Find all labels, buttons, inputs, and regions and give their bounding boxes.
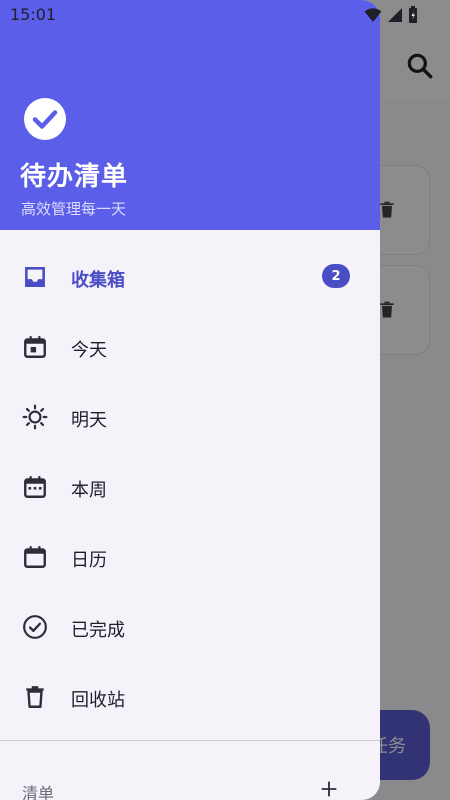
trash-icon [22, 684, 48, 710]
nav-item-inbox[interactable]: 收集箱 2 [0, 242, 380, 312]
nav-item-label: 本周 [71, 480, 107, 501]
check-circle-outline-icon [22, 614, 48, 640]
nav-item-today[interactable]: 今天 [0, 312, 380, 382]
nav-item-label: 收集箱 [71, 270, 125, 291]
inbox-count-badge: 2 [322, 264, 350, 288]
check-circle-icon [22, 96, 68, 142]
nav-item-label: 今天 [71, 340, 107, 361]
lists-section-header: 清单 [22, 784, 55, 800]
drawer-nav-list: 收集箱 2 今天 明天 本周 日历 已完成 回收站 [0, 242, 380, 732]
nav-item-calendar[interactable]: 日历 [0, 522, 380, 592]
nav-item-tomorrow[interactable]: 明天 [0, 382, 380, 452]
status-time: 15:01 [10, 5, 57, 24]
nav-item-this-week[interactable]: 本周 [0, 452, 380, 522]
nav-item-label: 明天 [71, 410, 107, 431]
drawer-header: 待办清单 高效管理每一天 [0, 0, 380, 230]
nav-item-completed[interactable]: 已完成 [0, 592, 380, 662]
sun-icon [22, 404, 48, 430]
plus-icon[interactable] [318, 778, 340, 800]
calendar-week-icon [22, 474, 48, 500]
inbox-icon [22, 264, 48, 290]
cellular-signal-icon [388, 7, 402, 27]
nav-item-trash[interactable]: 回收站 [0, 662, 380, 732]
calendar-today-icon [22, 334, 48, 360]
status-bar: 15:01 [0, 0, 450, 30]
nav-item-label: 日历 [71, 550, 107, 571]
status-icons [364, 6, 418, 27]
wifi-icon [364, 7, 382, 27]
nav-item-label: 已完成 [71, 620, 125, 641]
battery-icon [408, 6, 418, 27]
drawer-title: 待办清单 [20, 162, 129, 192]
calendar-icon [22, 544, 48, 570]
drawer-subtitle: 高效管理每一天 [21, 200, 127, 218]
nav-item-label: 回收站 [71, 690, 125, 711]
drawer-divider [0, 740, 380, 741]
navigation-drawer: 待办清单 高效管理每一天 收集箱 2 今天 明天 本周 日历 已完成 回收站 清… [0, 0, 380, 800]
